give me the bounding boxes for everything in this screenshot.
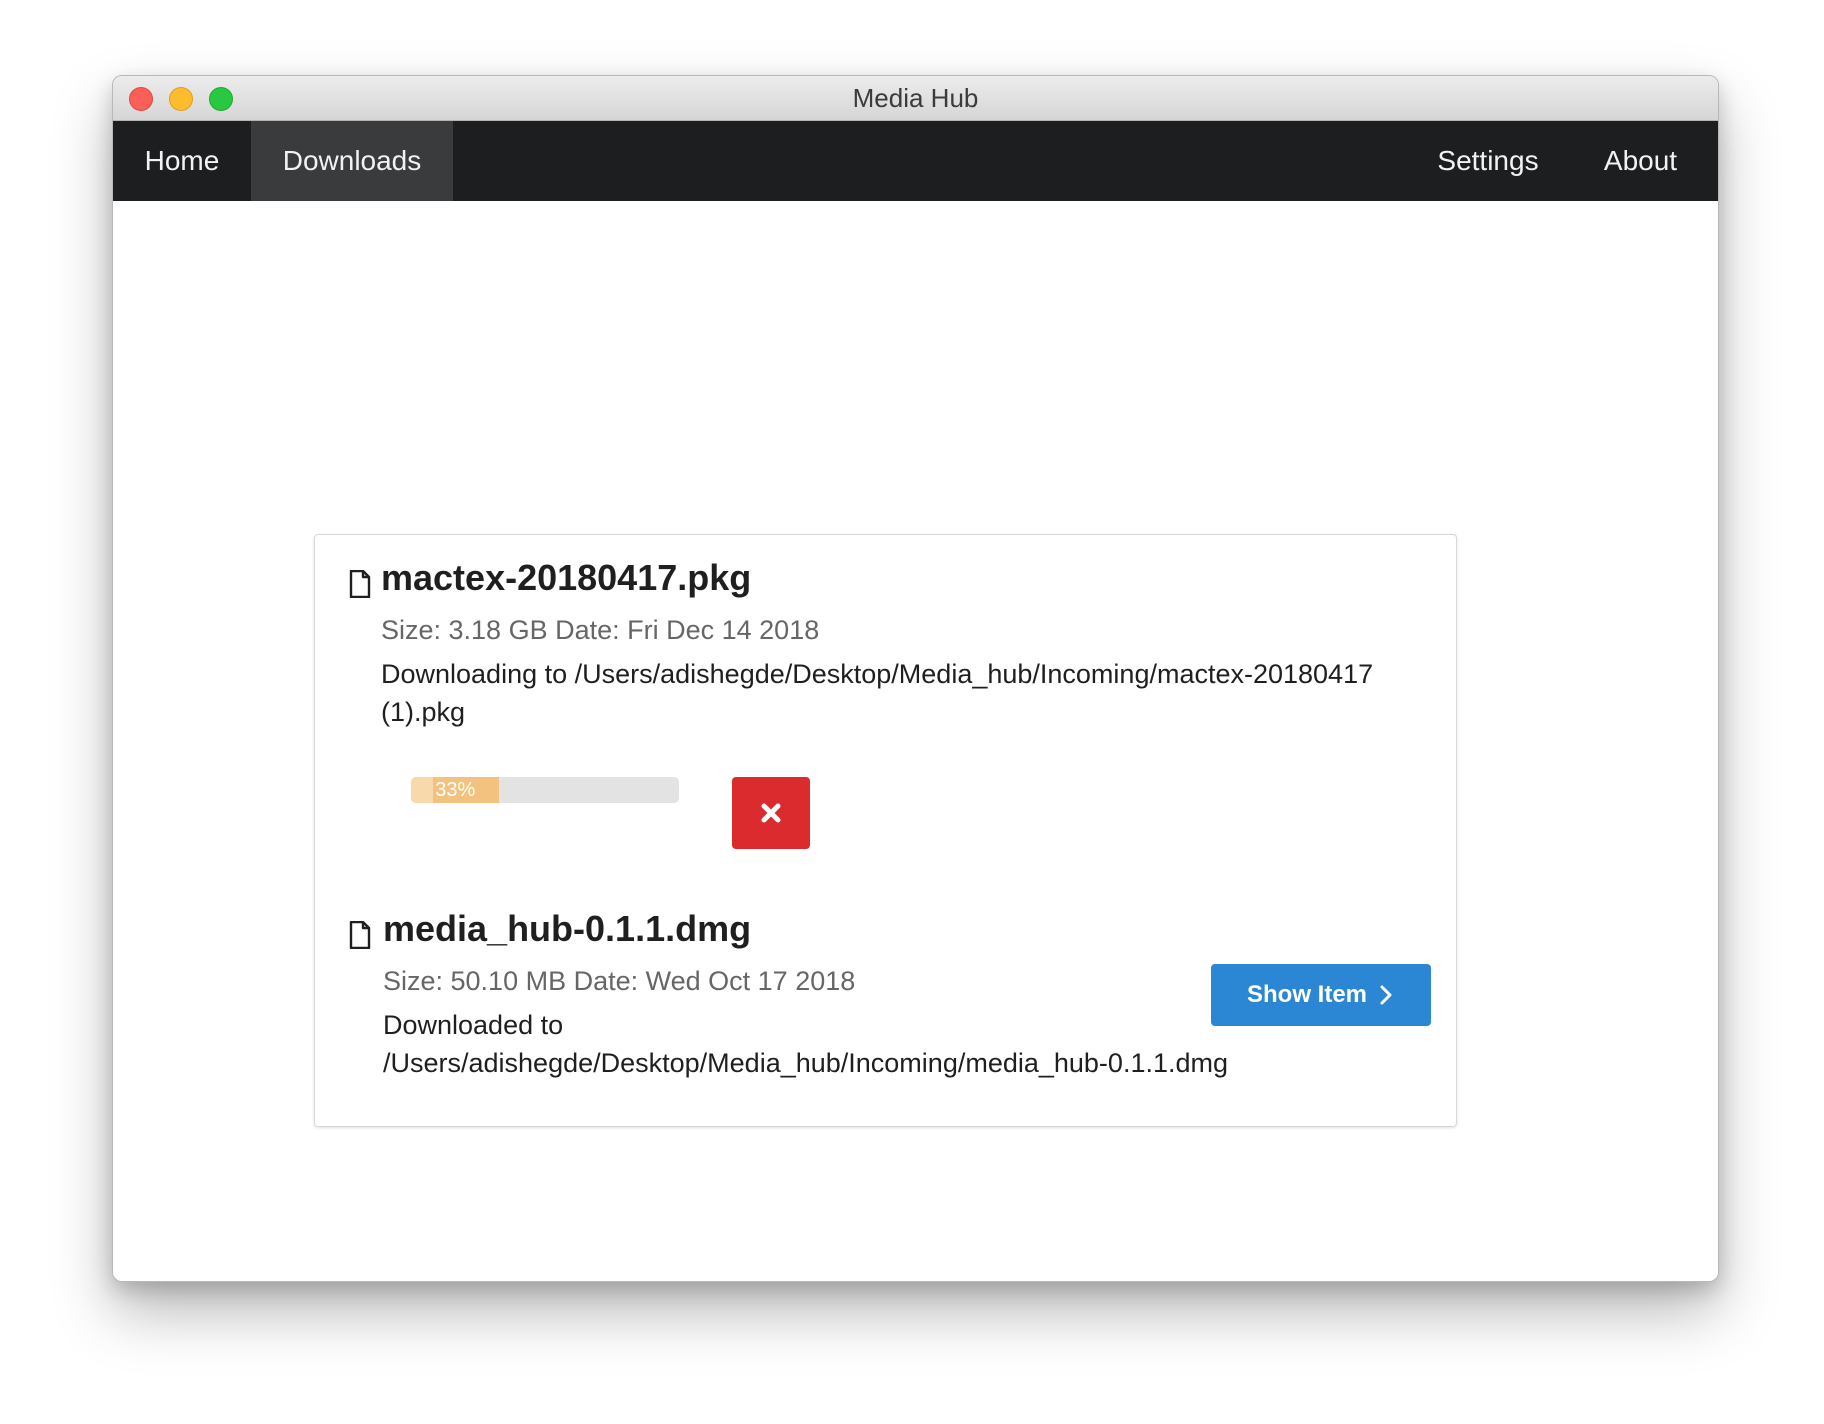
download-progress-label: 33% xyxy=(435,779,476,801)
download-file-name: media_hub-0.1.1.dmg xyxy=(383,908,752,949)
main-content: mactex-20180417.pkg Size: 3.18 GB Date: … xyxy=(113,201,1718,1281)
file-icon xyxy=(349,921,371,949)
window-title: Media Hub xyxy=(852,83,979,113)
download-progress-bar: 33% xyxy=(411,777,679,803)
downloads-card: mactex-20180417.pkg Size: 3.18 GB Date: … xyxy=(314,534,1457,1127)
file-icon xyxy=(349,570,371,598)
download-file-meta: Size: 3.18 GB Date: Fri Dec 14 2018 xyxy=(381,615,820,645)
title-bar[interactable]: Media Hub xyxy=(113,76,1718,121)
cancel-download-button[interactable] xyxy=(732,777,810,849)
show-item-button[interactable]: Show Item xyxy=(1211,964,1431,1026)
download-file-name: mactex-20180417.pkg xyxy=(381,557,752,598)
nav-about[interactable]: About xyxy=(1563,121,1718,201)
navbar: Home Downloads Settings About xyxy=(113,121,1718,201)
nav-settings[interactable]: Settings xyxy=(1413,121,1563,201)
download-file-meta: Size: 50.10 MB Date: Wed Oct 17 2018 xyxy=(383,966,856,996)
download-file-path: Downloading to /Users/adishegde/Desktop/… xyxy=(381,659,1374,727)
nav-downloads[interactable]: Downloads xyxy=(251,121,453,201)
close-icon xyxy=(761,803,781,823)
app-window: Media Hub Home Downloads Settings About … xyxy=(112,75,1719,1282)
download-file-path: Downloaded to /Users/adishegde/Desktop/M… xyxy=(383,1010,1229,1078)
nav-home[interactable]: Home xyxy=(113,121,251,201)
show-item-label: Show Item xyxy=(1247,981,1368,1008)
chevron-right-icon xyxy=(1380,985,1392,1005)
